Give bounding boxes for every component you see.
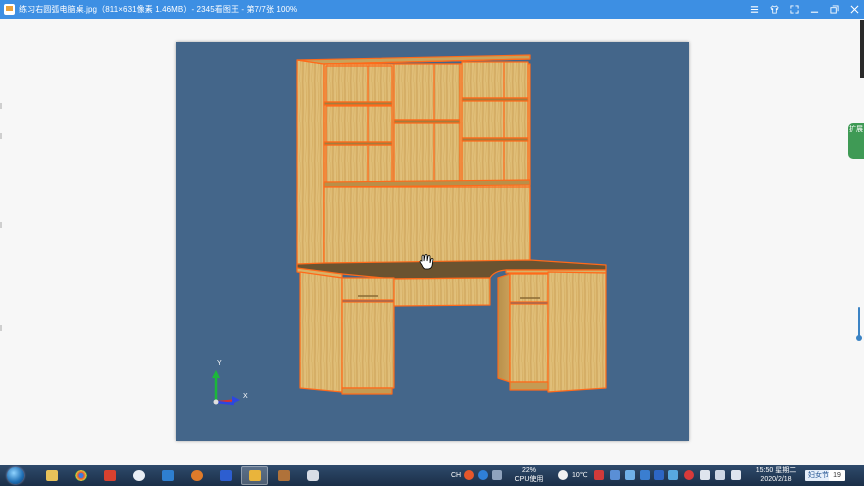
window-controls	[744, 0, 864, 19]
app-icon	[132, 470, 145, 481]
window-title: 练习右圆弧电脑桌.jpg（811×631像素 1.46MB）- 2345看图王 …	[19, 5, 298, 14]
image-viewer-icon	[248, 470, 261, 481]
cpu-usage[interactable]: 22% CPU使用	[508, 466, 550, 484]
camera-icon	[306, 470, 319, 481]
tray-app-icon[interactable]	[668, 470, 678, 480]
axis-y-label: Y	[217, 360, 222, 367]
festival-badge[interactable]: 妇女节	[805, 470, 832, 481]
left-edge-mark	[0, 325, 2, 331]
record-icon[interactable]	[594, 470, 604, 480]
expand-icon	[789, 5, 799, 14]
language-indicator[interactable]: CH	[451, 465, 461, 486]
left-edge-mark	[0, 103, 2, 109]
shirt-icon	[769, 5, 779, 14]
bluetooth-icon[interactable]	[654, 470, 664, 480]
taskbar-app-chrome[interactable]	[67, 466, 94, 485]
system-clock[interactable]: 15:50 星期二 2020/2/18	[748, 466, 804, 484]
volume-icon[interactable]	[731, 470, 741, 480]
usb-icon[interactable]	[700, 470, 710, 480]
left-edge-mark	[0, 222, 2, 228]
shield-icon[interactable]	[610, 470, 620, 480]
app-icon	[219, 470, 232, 481]
archive-icon	[277, 470, 290, 481]
sogou-icon[interactable]	[464, 470, 474, 480]
image-viewer-area[interactable]: 扩展 Y X	[0, 19, 864, 465]
tray-settings-icon[interactable]	[492, 470, 502, 480]
desk-3d-model	[212, 54, 607, 406]
taskbar-app-files[interactable]	[270, 466, 297, 485]
taskbar-app-4[interactable]	[125, 466, 152, 485]
skin-button[interactable]	[764, 0, 784, 19]
extension-side-tab[interactable]: 扩展	[848, 123, 864, 159]
title-bar: 练习右圆弧电脑桌.jpg（811×631像素 1.46MB）- 2345看图王 …	[0, 0, 864, 19]
wps-icon	[103, 470, 116, 481]
clock-time: 15:50 星期二	[755, 467, 797, 474]
tray-app-icon[interactable]	[625, 470, 635, 480]
scroll-indicator	[860, 20, 864, 78]
app-icon	[161, 470, 174, 481]
calendar-icon[interactable]: 19	[829, 470, 845, 481]
minimize-button[interactable]	[804, 0, 824, 19]
folder-icon	[45, 470, 58, 481]
taskbar: CH 22% CPU使用 10℃ 15:50 星期二 2020/2/18 妇女节…	[0, 465, 864, 486]
menu-button[interactable]	[744, 0, 764, 19]
chrome-icon	[74, 470, 87, 481]
clock-date: 2020/2/18	[760, 476, 792, 483]
close-button[interactable]	[844, 0, 864, 19]
taskbar-app-5[interactable]	[154, 466, 181, 485]
cpu-percent: 22%	[521, 467, 536, 474]
tray-app-icon[interactable]	[640, 470, 650, 480]
axis-gizmo-icon	[212, 370, 240, 406]
left-edge-mark	[0, 133, 2, 139]
taskbar-app-6[interactable]	[183, 466, 210, 485]
app-icon	[190, 470, 203, 481]
restore-button[interactable]	[824, 0, 844, 19]
temperature-gauge-icon	[856, 307, 862, 343]
taskbar-app-7[interactable]	[212, 466, 239, 485]
help-icon[interactable]	[478, 470, 488, 480]
taskbar-app-recorder[interactable]	[299, 466, 326, 485]
axis-x-label: X	[243, 393, 248, 400]
minimize-icon	[810, 11, 818, 13]
cpu-label: CPU使用	[514, 476, 544, 483]
taskbar-app-explorer[interactable]	[38, 466, 65, 485]
antivirus-icon[interactable]	[684, 470, 694, 480]
weather-cloud-icon[interactable]	[558, 470, 568, 480]
network-icon[interactable]	[715, 470, 725, 480]
start-button[interactable]	[3, 465, 28, 486]
restore-icon	[829, 5, 839, 14]
app-logo-icon	[4, 4, 15, 15]
hamburger-icon	[750, 6, 758, 13]
taskbar-app-2345viewer[interactable]	[241, 466, 268, 485]
close-icon	[850, 5, 858, 14]
taskbar-app-wps[interactable]	[96, 466, 123, 485]
temperature-text: 10℃	[572, 472, 588, 479]
fullscreen-button[interactable]	[784, 0, 804, 19]
displayed-image[interactable]: Y X	[176, 42, 689, 441]
windows-logo-icon	[7, 467, 24, 484]
